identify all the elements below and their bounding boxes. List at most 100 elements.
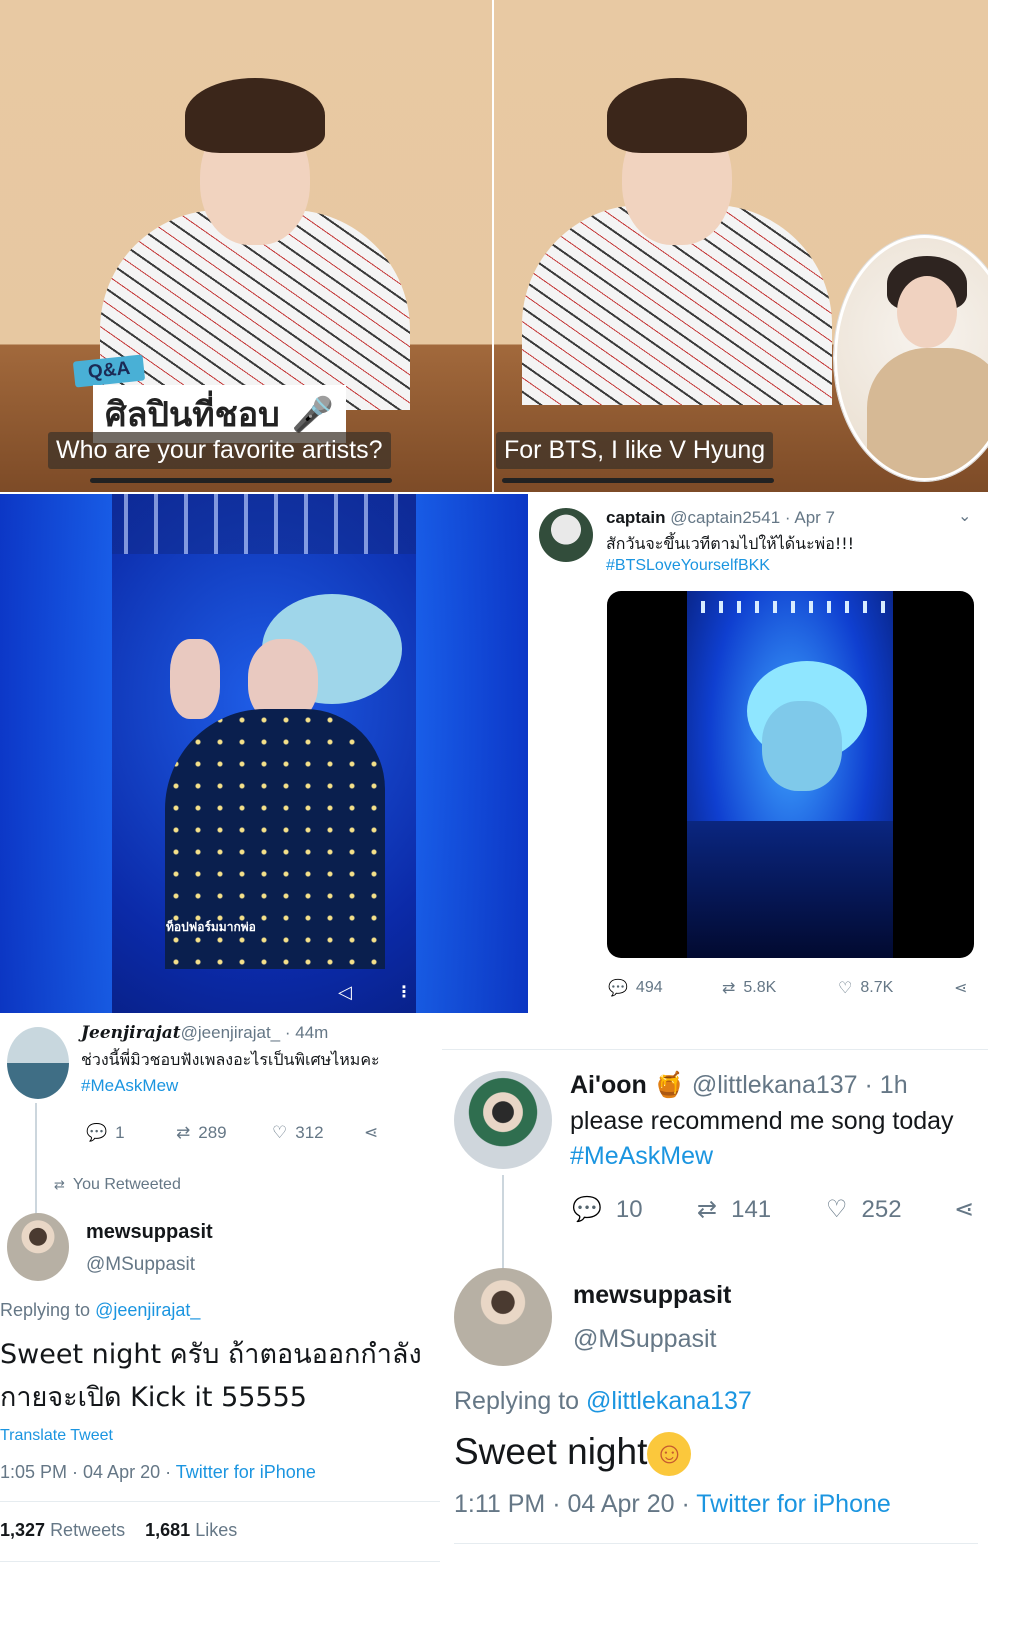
honey-pot-icon: 🍯 xyxy=(653,1071,685,1099)
divider xyxy=(442,1049,988,1050)
heart-icon: ♡ xyxy=(826,1196,848,1223)
user-handle[interactable]: @MSuppasit xyxy=(86,1254,195,1276)
divider xyxy=(454,1543,978,1544)
thread-left: Jeenjirajat@jeenjirajat_ · 44m ช่วงนี้พี… xyxy=(0,1015,440,1629)
user-name[interactable]: Jeenjirajat xyxy=(81,1023,181,1043)
like-button[interactable]: ♡ 252 xyxy=(826,1195,902,1224)
hashtag-link[interactable]: #MeAskMew xyxy=(570,1142,713,1171)
replying-to: Replying to @littlekana137 xyxy=(454,1387,752,1415)
blur-left xyxy=(0,494,112,1013)
inset-person-face xyxy=(897,276,957,348)
subtitle: Who are your favorite artists? xyxy=(48,432,391,469)
chevron-down-icon[interactable]: ⌄ xyxy=(958,506,971,526)
reply-text-line2: กายจะเปิด Kick it 55555 xyxy=(0,1382,307,1413)
timestamp: 1:11 PM · 04 Apr 20 · Twitter for iPhone xyxy=(454,1490,891,1518)
blur-right xyxy=(416,494,528,1013)
user-name[interactable]: mewsuppasit xyxy=(86,1221,213,1244)
source-link[interactable]: Twitter for iPhone xyxy=(696,1490,891,1518)
reply-icon: 💬 xyxy=(86,1123,108,1142)
qa-title-text: ศิลปินที่ชอบ xyxy=(105,395,280,435)
engagement-stats: 1,327 Retweets 1,681 Likes xyxy=(0,1520,237,1541)
avatar[interactable] xyxy=(7,1213,69,1281)
retweet-button[interactable]: ⇄ 5.8K xyxy=(722,978,776,998)
replying-to-link[interactable]: @littlekana137 xyxy=(586,1387,752,1415)
divider xyxy=(0,1501,440,1502)
share-button[interactable]: ⋖ xyxy=(954,1195,974,1224)
reply-icon: 💬 xyxy=(608,980,628,997)
translate-tweet-link[interactable]: Translate Tweet xyxy=(0,1427,113,1445)
user-handle[interactable]: @MSuppasit xyxy=(573,1325,717,1354)
tweet-time: · 44m xyxy=(284,1023,329,1042)
user-name[interactable]: captain xyxy=(606,508,666,527)
person-hair xyxy=(607,78,747,153)
retweet-icon: ⇄ xyxy=(697,1196,718,1223)
tweet-video[interactable] xyxy=(607,591,974,958)
share-icon: ⋖ xyxy=(364,1123,379,1142)
hashtag-link[interactable]: #BTSLoveYourselfBKK xyxy=(606,557,770,575)
retweets-count[interactable]: 1,327 xyxy=(0,1520,45,1540)
user-handle[interactable]: @littlekana137 xyxy=(692,1071,858,1099)
performer-face xyxy=(762,701,842,791)
hashtag-link[interactable]: #MeAskMew xyxy=(81,1076,178,1096)
divider xyxy=(0,1561,440,1562)
heart-icon: ♡ xyxy=(272,1123,288,1142)
tweet-date: · Apr 7 xyxy=(784,508,835,527)
retweet-icon: ⇄ xyxy=(722,980,736,997)
reply-text-content: Sweet night xyxy=(454,1431,648,1472)
concert-caption: ท็อปฟอร์มมากพ่อ xyxy=(166,920,256,934)
share-icon: ⋖ xyxy=(954,1196,975,1223)
reply-button[interactable]: 💬 10 xyxy=(572,1195,643,1224)
like-button[interactable]: ♡ 8.7K xyxy=(838,978,893,998)
tweet-text: please recommend me song today xyxy=(570,1107,954,1135)
reply-text-line1: Sweet night ครับ ถ้าตอนออกกำลัง xyxy=(0,1339,422,1370)
reply-icon: 💬 xyxy=(572,1196,602,1223)
retweet-icon: ⇄ xyxy=(54,1177,65,1192)
stage-lights xyxy=(112,494,416,554)
user-name[interactable]: mewsuppasit xyxy=(573,1281,731,1310)
subtitle: For BTS, I like V Hyung xyxy=(496,432,774,469)
performer-hand xyxy=(170,639,220,719)
user-handle[interactable]: @jeenjirajat_ xyxy=(181,1023,280,1042)
like-button[interactable]: ♡ 312 xyxy=(272,1123,324,1143)
stage-lights xyxy=(687,601,893,613)
retweet-button[interactable]: ⇄ 141 xyxy=(697,1195,771,1224)
reply-button[interactable]: 💬 1 xyxy=(86,1123,125,1143)
you-retweeted: ⇄ You Retweeted xyxy=(54,1176,181,1193)
retweets-label: Retweets xyxy=(50,1520,126,1540)
share-icon: ⋖ xyxy=(954,980,968,997)
video-frame-right: For BTS, I like V Hyung xyxy=(494,0,988,492)
user-name[interactable]: Ai'oon xyxy=(570,1071,647,1099)
reply-button[interactable]: 💬 494 xyxy=(608,978,663,998)
tweet-time: · 1h xyxy=(864,1071,908,1099)
likes-count[interactable]: 1,681 xyxy=(145,1520,190,1540)
avatar[interactable] xyxy=(454,1071,552,1169)
tweet-text: ช่วงนี้พี่มิวชอบฟังเพลงอะไรเป็นพิเศษไหมค… xyxy=(81,1050,380,1069)
retweet-button[interactable]: ⇄ 289 xyxy=(176,1123,227,1143)
more-icon[interactable]: ⋮ xyxy=(396,982,412,1002)
replying-to-link[interactable]: @jeenjirajat_ xyxy=(95,1300,200,1320)
avatar[interactable] xyxy=(539,508,593,562)
timestamp: 1:05 PM · 04 Apr 20 · Twitter for iPhone xyxy=(0,1462,316,1482)
crowd xyxy=(687,821,893,958)
subtitle-bar xyxy=(502,478,774,483)
subtitle-bar xyxy=(90,478,392,483)
share-button[interactable]: ⋖ xyxy=(954,978,967,998)
retweet-icon: ⇄ xyxy=(176,1123,191,1142)
smiling-face-icon: ☺ xyxy=(647,1432,692,1477)
share-button[interactable]: ⋖ xyxy=(364,1123,378,1143)
avatar[interactable] xyxy=(454,1268,552,1366)
inset-person-sweater xyxy=(867,348,988,478)
video-content xyxy=(687,591,893,958)
source-link[interactable]: Twitter for iPhone xyxy=(176,1462,316,1482)
send-icon[interactable]: ◁ xyxy=(338,982,352,1003)
microphone-icon: 🎤 xyxy=(291,395,334,435)
tweet-text: สักวันจะขึ้นเวทีตามไปให้ได้นะพ่อ!!! xyxy=(606,534,855,553)
concert-image-left: ท็อปฟอร์มมากพ่อ ◁ ⋮ xyxy=(0,494,528,1013)
user-handle[interactable]: @captain2541 xyxy=(670,508,780,527)
thread-line xyxy=(502,1175,504,1275)
tweet-captain[interactable]: captain @captain2541 · Apr 7 ⌄ สักวันจะข… xyxy=(530,494,988,1013)
replying-to: Replying to @jeenjirajat_ xyxy=(0,1300,201,1320)
avatar[interactable] xyxy=(7,1027,69,1099)
reply-text: Sweet night ☺ xyxy=(454,1431,692,1477)
likes-label: Likes xyxy=(195,1520,238,1540)
